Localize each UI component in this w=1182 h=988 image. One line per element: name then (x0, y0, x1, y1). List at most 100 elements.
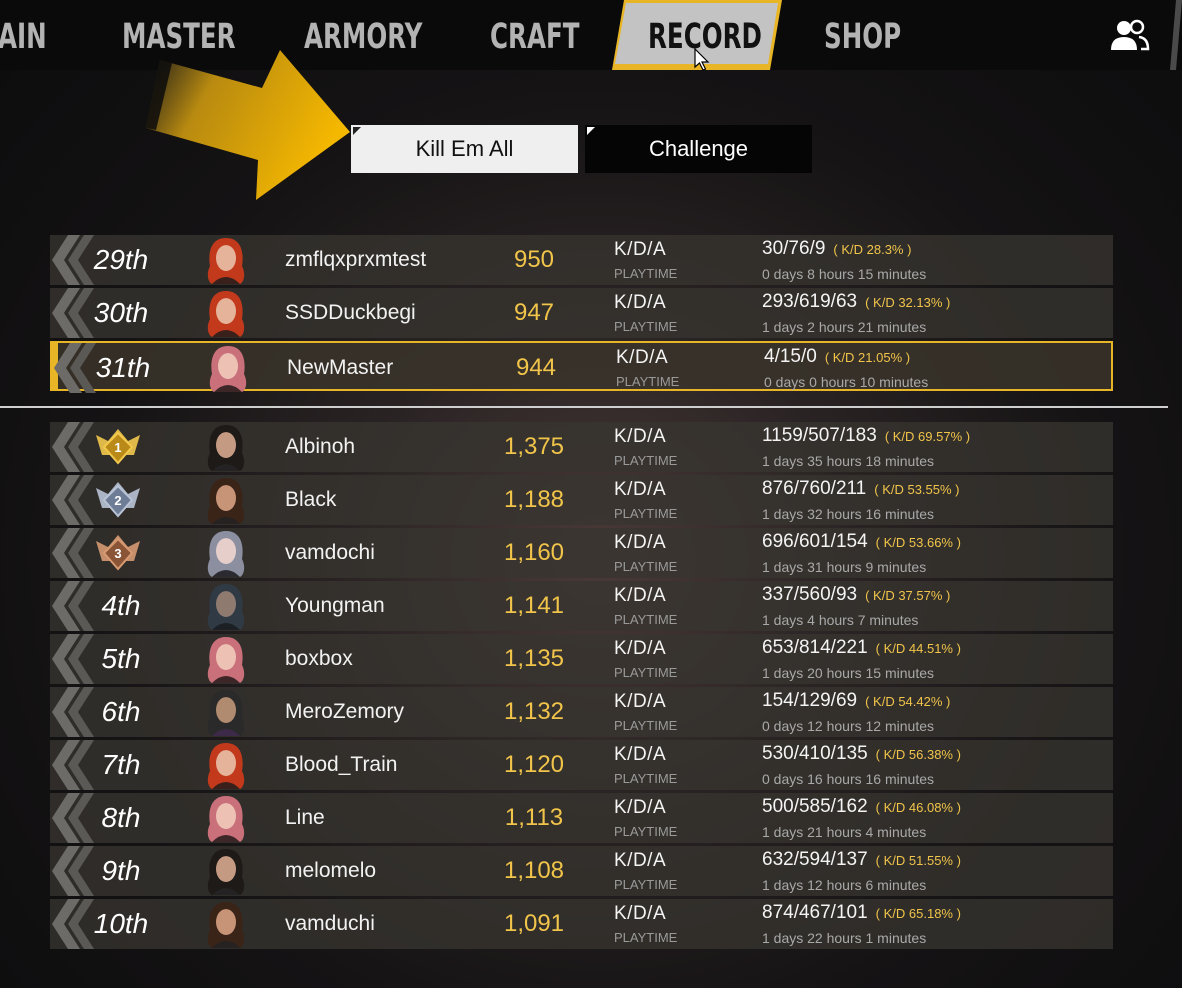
player-score: 1,108 (503, 857, 565, 884)
silver-medal-2-icon: 2 (94, 478, 142, 522)
ranking-row[interactable]: 3 vamdochi 1,160 K/D/A PLAYTIME 696/601/… (50, 528, 1113, 578)
ranking-row[interactable]: 2 Black 1,188 K/D/A PLAYTIME 876/760/211… (50, 475, 1113, 525)
playtime-value: 1 days 21 hours 4 minutes (762, 824, 927, 840)
ranking-row[interactable]: 9th melomelo 1,108 K/D/A PLAYTIME 632/59… (50, 846, 1113, 896)
gold-medal-1-icon: 1 (94, 425, 142, 469)
player-name: Line (285, 806, 325, 829)
ranking-row[interactable]: 6th MeroZemory 1,132 K/D/A PLAYTIME 154/… (50, 687, 1113, 737)
ranking-row[interactable]: 7th Blood_Train 1,120 K/D/A PLAYTIME 530… (50, 740, 1113, 790)
friends-icon[interactable] (1108, 18, 1150, 54)
player-score: 1,135 (503, 645, 565, 672)
kda-value: 337/560/93 ( K/D 37.57% ) (762, 584, 950, 606)
playtime-label: PLAYTIME (614, 319, 678, 334)
kda-numbers: 876/760/211 (762, 478, 867, 499)
kda-label: K/D/A (614, 903, 667, 924)
playtime-value: 1 days 31 hours 9 minutes (762, 559, 927, 575)
player-score: 1,375 (503, 433, 565, 460)
mode-kill-em-all-button[interactable]: Kill Em All (351, 125, 578, 173)
tab-main[interactable]: AIN (0, 14, 47, 60)
playtime-value: 1 days 12 hours 6 minutes (762, 877, 927, 893)
ranking-row[interactable]: 29th zmflqxprxmtest 950 K/D/A PLAYTIME 3… (50, 235, 1113, 285)
pointer-arrow-icon (138, 48, 370, 204)
playtime-value: 1 days 35 hours 18 minutes (762, 453, 934, 469)
player-name: Black (285, 488, 337, 511)
masked-avatar (200, 688, 252, 736)
rank-text: 9th (101, 855, 141, 886)
kd-percentage: ( K/D 53.66% ) (875, 535, 961, 550)
kd-percentage: ( K/D 56.38% ) (875, 747, 961, 762)
red-hair-female-avatar (200, 741, 252, 789)
kda-label: K/D/A (614, 638, 667, 659)
playtime-label: PLAYTIME (614, 453, 678, 468)
dark-hair-male-avatar (200, 423, 252, 471)
hooded-avatar (200, 582, 252, 630)
kda-value: 653/814/221 ( K/D 44.51% ) (762, 637, 961, 659)
red-hair-female-avatar (200, 236, 252, 284)
kda-value: 500/585/162 ( K/D 46.08% ) (762, 796, 961, 818)
player-score: 1,113 (504, 804, 564, 831)
kda-numbers: 632/594/137 (762, 849, 868, 870)
kd-percentage: ( K/D 28.3% ) (833, 242, 912, 257)
kda-label: K/D/A (616, 347, 669, 368)
kda-value: 632/594/137 ( K/D 51.55% ) (762, 849, 961, 871)
kda-label: K/D/A (614, 850, 667, 871)
red-hair-female-avatar (200, 289, 252, 337)
tab-shop[interactable]: SHOP (824, 14, 901, 60)
kd-percentage: ( K/D 51.55% ) (875, 853, 961, 868)
tab-craft[interactable]: CRAFT (490, 14, 579, 60)
rank-text: 7th (101, 749, 141, 780)
ranking-row[interactable]: 5th boxbox 1,135 K/D/A PLAYTIME 653/814/… (50, 634, 1113, 684)
playtime-label: PLAYTIME (614, 718, 678, 733)
rank-text: 5th (101, 643, 141, 674)
kd-percentage: ( K/D 69.57% ) (884, 429, 971, 444)
kda-label: K/D/A (614, 532, 667, 553)
kda-numbers: 530/410/135 (762, 743, 868, 764)
pink-hair-female-avatar (200, 794, 252, 842)
playtime-label: PLAYTIME (614, 612, 678, 627)
rank-text: 8th (101, 802, 141, 833)
player-name: Albinoh (285, 435, 356, 458)
kda-value: 530/410/135 ( K/D 56.38% ) (762, 743, 961, 765)
svg-text:1: 1 (114, 440, 121, 455)
player-score: 1,132 (503, 698, 565, 725)
kda-value: 876/760/211 ( K/D 53.55% ) (762, 478, 960, 500)
ranking-row[interactable]: 8th Line 1,113 K/D/A PLAYTIME 500/585/16… (50, 793, 1113, 843)
ranking-row[interactable]: 1 Albinoh 1,375 K/D/A PLAYTIME 1159/507/… (50, 422, 1113, 472)
kd-percentage: ( K/D 44.51% ) (875, 641, 961, 656)
mode-challenge-button[interactable]: Challenge (585, 125, 812, 173)
kda-numbers: 293/619/63 (762, 291, 858, 312)
player-name: vamduchi (285, 912, 375, 935)
playtime-value: 0 days 0 hours 10 minutes (764, 374, 929, 390)
ranking-row[interactable]: 10th vamduchi 1,091 K/D/A PLAYTIME 874/4… (50, 899, 1113, 949)
kda-value: 874/467/101 ( K/D 65.18% ) (762, 902, 961, 924)
playtime-value: 1 days 2 hours 21 minutes (762, 319, 927, 335)
player-score: 947 (513, 299, 555, 326)
rank-text: 31th (95, 352, 151, 383)
nav-edge-decoration (1168, 0, 1182, 70)
rank-text: 4th (101, 590, 141, 621)
playtime-value: 1 days 4 hours 7 minutes (762, 612, 919, 628)
player-score: 944 (515, 354, 557, 381)
playtime-label: PLAYTIME (614, 506, 678, 521)
player-score: 1,141 (503, 592, 565, 619)
kda-numbers: 337/560/93 (762, 584, 858, 605)
kd-percentage: ( K/D 65.18% ) (875, 906, 961, 921)
mode-kill-em-all-label: Kill Em All (415, 136, 514, 161)
mouse-cursor-icon (694, 47, 710, 72)
playtime-label: PLAYTIME (614, 665, 678, 680)
kda-label: K/D/A (614, 744, 667, 765)
kda-label: K/D/A (614, 797, 667, 818)
kda-value: 4/15/0 ( K/D 21.05% ) (764, 346, 910, 368)
ranking-row[interactable]: 30th SSDDuckbegi 947 K/D/A PLAYTIME 293/… (50, 288, 1113, 338)
svg-text:2: 2 (114, 493, 121, 508)
kda-value: 1159/507/183 ( K/D 69.57% ) (762, 425, 970, 447)
kd-percentage: ( K/D 37.57% ) (865, 588, 951, 603)
ranking-row[interactable]: 31th NewMaster 944 K/D/A PLAYTIME 4/15/0… (50, 341, 1113, 393)
playtime-value: 1 days 22 hours 1 minutes (762, 930, 927, 946)
ranking-row[interactable]: 4th Youngman 1,141 K/D/A PLAYTIME 337/56… (50, 581, 1113, 631)
player-name: zmflqxprxmtest (285, 248, 427, 271)
playtime-value: 0 days 16 hours 16 minutes (762, 771, 934, 787)
kd-percentage: ( K/D 32.13% ) (865, 295, 951, 310)
playtime-label: PLAYTIME (614, 266, 678, 281)
kda-label: K/D/A (614, 239, 667, 260)
